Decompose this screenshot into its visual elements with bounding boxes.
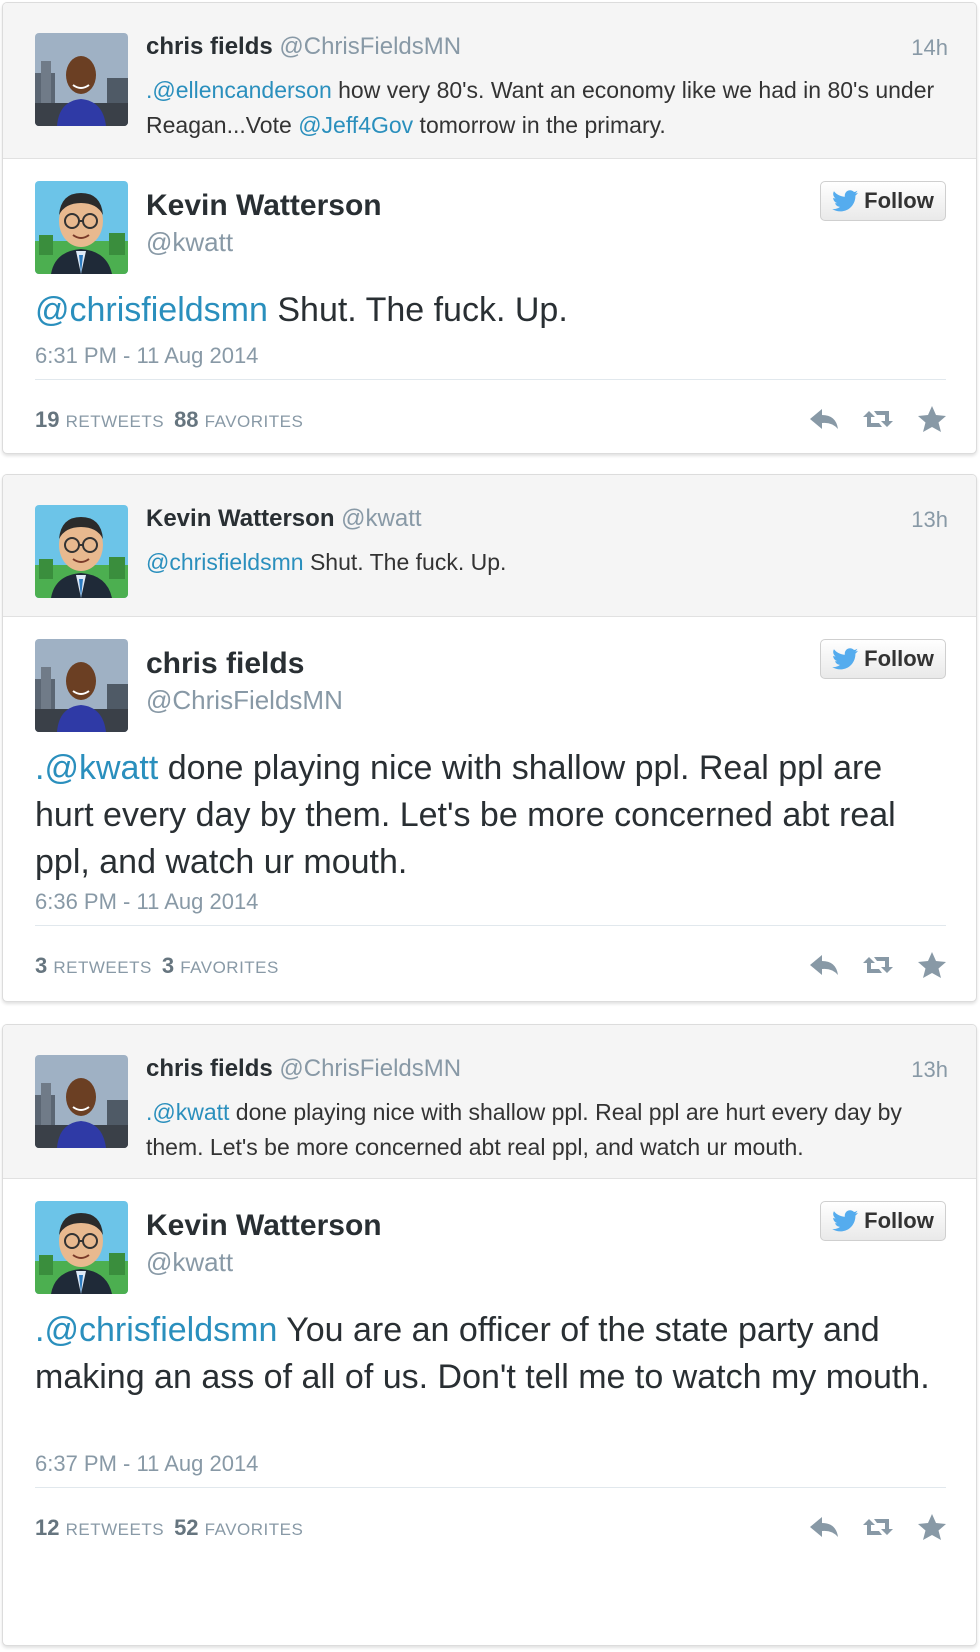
tweet-actions <box>808 951 948 979</box>
chris-fields-avatar[interactable] <box>35 1055 128 1148</box>
kevin-watterson-avatar[interactable] <box>35 181 128 274</box>
tweet-card: Kevin Watterson @kwatt 13h @chrisfieldsm… <box>2 474 977 1002</box>
in-reply-to-tweet[interactable]: Kevin Watterson @kwatt 13h @chrisfieldsm… <box>3 475 976 617</box>
author-name[interactable]: chris fields <box>146 1055 273 1082</box>
twitter-bird-icon <box>832 190 858 212</box>
follow-button[interactable]: Follow <box>820 181 946 221</box>
retweet-icon[interactable] <box>862 1513 894 1541</box>
divider <box>35 1487 946 1488</box>
twitter-bird-icon <box>832 1210 858 1232</box>
star-icon[interactable] <box>916 405 948 433</box>
tweet-date[interactable]: 6:31 PM - 11 Aug 2014 <box>35 343 258 369</box>
tweet-stats: 19 RETWEETS 88 FAVORITES <box>35 407 304 432</box>
retweet-count[interactable]: 3 <box>35 953 47 978</box>
favorite-count[interactable]: 52 <box>174 1515 198 1540</box>
main-tweet: Kevin Watterson @kwatt Follow .@chrisfie… <box>3 1179 976 1645</box>
tweet-stats: 12 RETWEETS 52 FAVORITES <box>35 1515 304 1540</box>
tweet-text: @chrisfieldsmn Shut. The fuck. Up. <box>35 291 568 329</box>
tweet-card: chris fields @ChrisFieldsMN 14h .@ellenc… <box>2 2 977 454</box>
mention-link[interactable]: @Jeff4Gov <box>298 112 413 138</box>
author-name[interactable]: chris fields <box>146 647 304 681</box>
chris-fields-avatar[interactable] <box>35 639 128 732</box>
author-name[interactable]: chris fields <box>146 33 273 60</box>
reply-icon[interactable] <box>808 951 840 979</box>
follow-button[interactable]: Follow <box>820 1201 946 1241</box>
favorite-count[interactable]: 88 <box>174 407 198 432</box>
tweet-card: chris fields @ChrisFieldsMN 13h .@kwatt … <box>2 1024 977 1646</box>
star-icon[interactable] <box>916 951 948 979</box>
tweet-text: .@ellencanderson how very 80's. Want an … <box>146 77 935 138</box>
tweet-text: @chrisfieldsmn Shut. The fuck. Up. <box>146 549 507 575</box>
favorite-count[interactable]: 3 <box>162 953 174 978</box>
author-handle[interactable]: @kwatt <box>146 227 233 258</box>
author-name[interactable]: Kevin Watterson <box>146 505 334 532</box>
chris-fields-avatar[interactable] <box>35 33 128 126</box>
tweet-text: .@kwatt done playing nice with shallow p… <box>35 749 896 881</box>
author-name[interactable]: Kevin Watterson <box>146 1209 382 1243</box>
author-handle[interactable]: @ChrisFieldsMN <box>279 33 461 60</box>
divider <box>35 925 946 926</box>
retweet-count[interactable]: 19 <box>35 407 59 432</box>
tweet-time[interactable]: 13h <box>911 1057 948 1083</box>
tweet-actions <box>808 1513 948 1541</box>
tweet-text: .@chrisfieldsmn You are an officer of th… <box>35 1311 930 1396</box>
retweet-icon[interactable] <box>862 951 894 979</box>
follow-button[interactable]: Follow <box>820 639 946 679</box>
retweet-count[interactable]: 12 <box>35 1515 59 1540</box>
author-handle[interactable]: @ChrisFieldsMN <box>146 685 343 716</box>
tweet-time[interactable]: 13h <box>911 507 948 533</box>
author-name[interactable]: Kevin Watterson <box>146 189 382 223</box>
kevin-watterson-avatar[interactable] <box>35 505 128 598</box>
tweet-text: .@kwatt done playing nice with shallow p… <box>146 1099 902 1160</box>
reply-icon[interactable] <box>808 1513 840 1541</box>
mention-link[interactable]: .@chrisfieldsmn <box>35 1311 277 1349</box>
mention-link[interactable]: @chrisfieldsmn <box>35 291 268 329</box>
tweet-actions <box>808 405 948 433</box>
tweet-stats: 3 RETWEETS 3 FAVORITES <box>35 953 279 978</box>
twitter-bird-icon <box>832 648 858 670</box>
mention-link[interactable]: @chrisfieldsmn <box>146 549 304 575</box>
reply-icon[interactable] <box>808 405 840 433</box>
author-handle[interactable]: @ChrisFieldsMN <box>279 1055 461 1082</box>
divider <box>35 379 946 380</box>
in-reply-to-tweet[interactable]: chris fields @ChrisFieldsMN 14h .@ellenc… <box>3 3 976 159</box>
kevin-watterson-avatar[interactable] <box>35 1201 128 1294</box>
tweet-date[interactable]: 6:37 PM - 11 Aug 2014 <box>35 1451 258 1477</box>
in-reply-to-tweet[interactable]: chris fields @ChrisFieldsMN 13h .@kwatt … <box>3 1025 976 1179</box>
tweet-time[interactable]: 14h <box>911 35 948 61</box>
mention-link[interactable]: .@ellencanderson <box>146 77 332 103</box>
author-handle[interactable]: @kwatt <box>341 505 421 532</box>
tweet-date[interactable]: 6:36 PM - 11 Aug 2014 <box>35 889 258 915</box>
main-tweet: Kevin Watterson @kwatt Follow @chrisfiel… <box>3 159 976 453</box>
mention-link[interactable]: .@kwatt <box>35 749 158 787</box>
main-tweet: chris fields @ChrisFieldsMN Follow .@kwa… <box>3 617 976 1001</box>
star-icon[interactable] <box>916 1513 948 1541</box>
mention-link[interactable]: .@kwatt <box>146 1099 229 1125</box>
author-handle[interactable]: @kwatt <box>146 1247 233 1278</box>
retweet-icon[interactable] <box>862 405 894 433</box>
